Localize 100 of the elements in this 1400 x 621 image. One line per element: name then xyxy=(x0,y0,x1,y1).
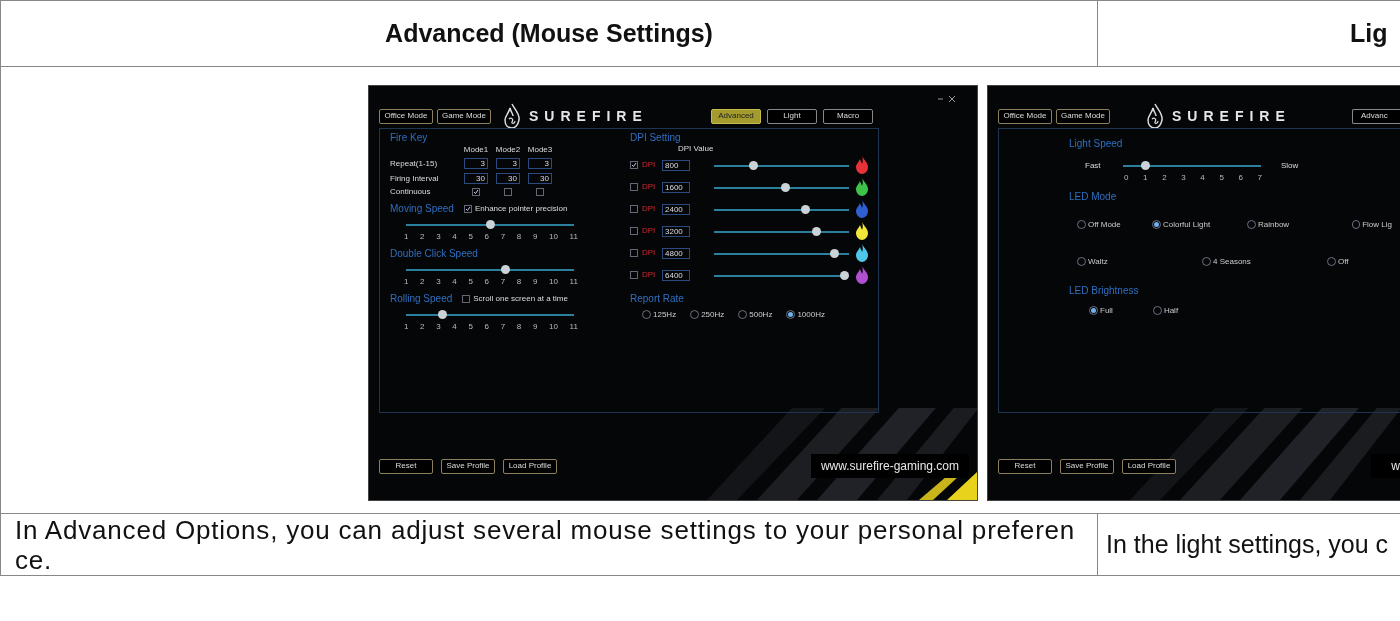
tick-label: 8 xyxy=(516,323,522,331)
tick-label: 1 xyxy=(404,323,409,331)
slider-thumb[interactable] xyxy=(780,182,790,192)
slider-thumb[interactable] xyxy=(829,248,839,258)
slider[interactable] xyxy=(714,226,849,236)
checkbox[interactable] xyxy=(536,188,544,196)
tick-label: 6 xyxy=(484,278,489,286)
app-button[interactable]: Office Mode xyxy=(998,108,1052,124)
dpi-value-field[interactable]: 2400 xyxy=(662,203,690,215)
slider[interactable] xyxy=(714,248,849,258)
radio-label: Flow Lig xyxy=(1362,220,1392,229)
tab[interactable]: Macro xyxy=(823,108,873,124)
website-url: w xyxy=(1371,454,1400,478)
minimize-icon[interactable] xyxy=(938,96,943,102)
tick-label: 11 xyxy=(569,233,578,241)
app-button[interactable]: Reset xyxy=(379,458,433,474)
section-title: Light Speed xyxy=(1069,139,1124,149)
radio-label: Rainbow xyxy=(1258,220,1290,229)
tick-label: 9 xyxy=(532,323,538,331)
app-button[interactable]: Load Profile xyxy=(503,458,557,474)
number-field[interactable]: 3 xyxy=(528,158,552,169)
row-label: Continuous xyxy=(390,188,432,196)
slider[interactable] xyxy=(714,160,849,170)
slider-thumb[interactable] xyxy=(437,310,447,319)
table-caption: In Advanced Options, you can adjust several mouse settings to your personal preference. xyxy=(15,514,1077,575)
section-title: Fire Key xyxy=(390,133,429,143)
slider[interactable] xyxy=(406,220,574,229)
tick-label: 3 xyxy=(436,323,441,331)
table-header-cell: Lig xyxy=(1098,1,1400,67)
tick-label: 4 xyxy=(452,233,457,241)
slider-thumb[interactable] xyxy=(485,220,495,229)
tick-label: 11 xyxy=(569,323,578,331)
tick-label: 6 xyxy=(484,323,489,331)
number-field[interactable]: 30 xyxy=(464,173,488,184)
slider-thumb[interactable] xyxy=(749,160,759,170)
checkbox[interactable] xyxy=(472,188,480,196)
slider-thumb[interactable] xyxy=(840,270,849,280)
tick-label: 3 xyxy=(1181,174,1186,182)
slider[interactable] xyxy=(406,265,574,274)
tick-label: 9 xyxy=(532,278,538,286)
section-title: LED Brightness xyxy=(1069,286,1140,296)
number-field[interactable]: 30 xyxy=(528,173,552,184)
tab[interactable]: Advanc xyxy=(1352,108,1400,124)
slider[interactable] xyxy=(1123,161,1261,170)
app-button[interactable]: Load Profile xyxy=(1122,458,1176,474)
close-icon[interactable] xyxy=(949,96,955,102)
checkbox[interactable] xyxy=(630,205,638,213)
slider[interactable] xyxy=(406,310,574,319)
slider-thumb[interactable] xyxy=(501,265,511,274)
checkbox[interactable] xyxy=(630,227,638,235)
radio-label: Half xyxy=(1163,306,1179,315)
number-field[interactable]: 3 xyxy=(464,158,488,169)
slider-thumb[interactable] xyxy=(1141,161,1151,170)
slider-label: Fast xyxy=(1085,161,1102,170)
slider[interactable] xyxy=(714,270,849,280)
checkbox[interactable] xyxy=(504,188,512,196)
number-field[interactable]: 3 xyxy=(496,158,520,169)
checkbox[interactable] xyxy=(630,183,638,191)
tick-label: 1 xyxy=(1143,174,1148,182)
app-button[interactable]: Office Mode xyxy=(379,108,433,124)
slider-thumb[interactable] xyxy=(812,226,822,236)
slider-thumb[interactable] xyxy=(800,204,810,214)
app-button[interactable]: Game Mode xyxy=(1056,108,1110,124)
checkbox[interactable] xyxy=(462,295,471,303)
checkbox[interactable] xyxy=(630,249,638,257)
tick-label: 7 xyxy=(500,278,506,286)
tick-label: 10 xyxy=(549,323,558,331)
tab[interactable]: Advanced xyxy=(711,108,761,124)
radio-label: 4 Seasons xyxy=(1213,257,1251,266)
checkbox[interactable] xyxy=(630,271,638,279)
dpi-value-field[interactable]: 6400 xyxy=(662,269,690,281)
tick-label: 7 xyxy=(500,323,506,331)
slider[interactable] xyxy=(714,204,849,214)
app-button[interactable]: Save Profile xyxy=(441,458,495,474)
dpi-value-field[interactable]: 1600 xyxy=(662,181,690,193)
tick-label: 1 xyxy=(404,278,409,286)
section-title: Double Click Speed xyxy=(390,249,478,259)
radio-label: Waltz xyxy=(1088,257,1108,266)
section-title: DPI Setting xyxy=(630,133,682,143)
dpi-value-field[interactable]: 3200 xyxy=(662,225,690,237)
slider[interactable] xyxy=(714,182,849,192)
app-button[interactable]: Reset xyxy=(998,458,1052,474)
tick-label: 9 xyxy=(532,233,538,241)
app-button[interactable]: Save Profile xyxy=(1060,458,1114,474)
radio-button[interactable] xyxy=(1152,220,1161,229)
tab[interactable]: Light xyxy=(767,108,817,124)
radio-button[interactable] xyxy=(1089,306,1098,315)
slider-label: Slow xyxy=(1281,161,1299,170)
option-label: Scroll one screen at a time xyxy=(473,295,568,303)
tick-label: 2 xyxy=(420,278,425,286)
app-button[interactable]: Game Mode xyxy=(437,108,491,124)
checkbox[interactable] xyxy=(463,205,472,213)
tick-label: 4 xyxy=(1200,174,1205,182)
checkbox[interactable] xyxy=(630,161,638,169)
tick-label: 10 xyxy=(549,233,558,241)
number-field[interactable]: 30 xyxy=(496,173,520,184)
row-label: Repeat(1-15) xyxy=(390,159,439,168)
dpi-label: DPI xyxy=(642,249,657,257)
dpi-value-field[interactable]: 800 xyxy=(662,159,690,171)
dpi-value-field[interactable]: 4800 xyxy=(662,247,690,259)
